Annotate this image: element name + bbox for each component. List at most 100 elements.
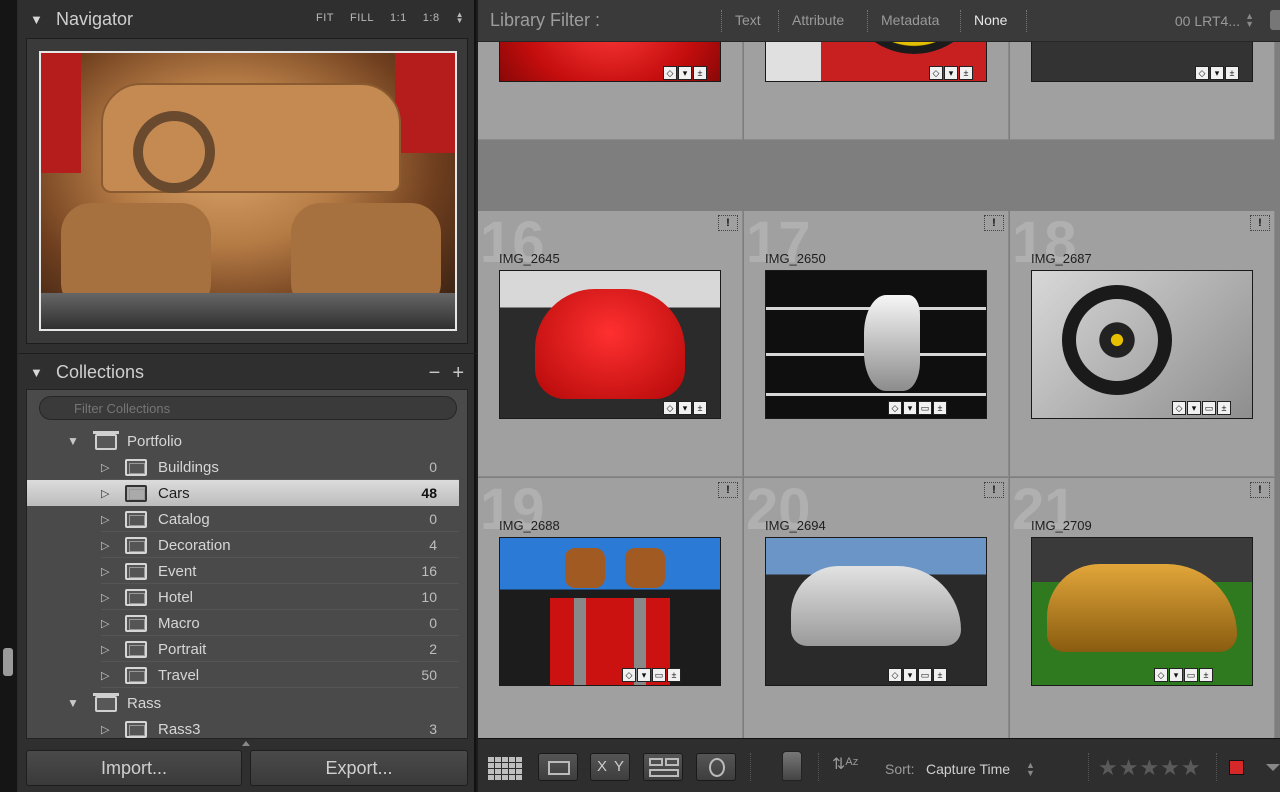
collection-item[interactable]: ▷ Rass3 3 xyxy=(27,716,467,738)
keyword-badge-icon[interactable]: ◇ xyxy=(888,668,902,682)
disclosure-arrow-icon[interactable]: ▷ xyxy=(101,669,109,682)
develop-badge-icon[interactable]: ± xyxy=(1199,668,1213,682)
comment-badge-icon[interactable]: ▾ xyxy=(903,401,917,415)
export-button[interactable]: Export... xyxy=(250,750,468,786)
panel-scroll-notch-icon[interactable] xyxy=(242,741,250,746)
thumbnail-image[interactable] xyxy=(499,270,721,419)
comment-badge-icon[interactable]: ▾ xyxy=(1169,668,1183,682)
filter-tab-text[interactable]: Text xyxy=(735,12,761,28)
comment-badge-icon[interactable]: ▾ xyxy=(1210,66,1224,80)
collection-item[interactable]: ▷ Portrait 2 xyxy=(27,636,467,662)
grid-cell[interactable]: ◇ ▾ ± xyxy=(478,42,743,140)
develop-badge-icon[interactable]: ± xyxy=(1217,401,1231,415)
keyword-badge-icon[interactable]: ◇ xyxy=(663,401,677,415)
crop-badge-icon[interactable]: ▭ xyxy=(1184,668,1198,682)
sort-stepper-icon[interactable]: ▲ ▼ xyxy=(1026,761,1035,778)
grid-cell[interactable]: 21 IMG_2709 ! ◇ ▾ ▭ ± xyxy=(1010,477,1275,738)
filter-tab-metadata[interactable]: Metadata xyxy=(881,12,939,28)
comment-badge-icon[interactable]: ▾ xyxy=(1187,401,1201,415)
thumbnail-image[interactable] xyxy=(499,537,721,686)
comment-badge-icon[interactable]: ▾ xyxy=(637,668,651,682)
disclosure-arrow-icon[interactable]: ▷ xyxy=(101,617,109,630)
crop-badge-icon[interactable]: ▭ xyxy=(652,668,666,682)
zoom-1-1[interactable]: 1:1 xyxy=(390,12,407,24)
spray-can-icon[interactable] xyxy=(782,751,802,781)
keyword-badge-icon[interactable]: ◇ xyxy=(1195,66,1209,80)
collection-set-portfolio[interactable]: ▼ Portfolio xyxy=(27,428,467,454)
disclosure-arrow-icon[interactable]: ▷ xyxy=(101,591,109,604)
grid-cell[interactable]: 18 IMG_2687 ! ◇ ▾ ▭ ± xyxy=(1010,210,1275,477)
collection-item[interactable]: ▷ Buildings 0 xyxy=(27,454,467,480)
filter-collections-input[interactable] xyxy=(39,396,457,420)
zoom-fill[interactable]: FILL xyxy=(350,12,374,24)
color-label-red[interactable] xyxy=(1229,760,1244,775)
filter-tab-none[interactable]: None xyxy=(974,12,1007,28)
keyword-badge-icon[interactable]: ◇ xyxy=(1154,668,1168,682)
keyword-badge-icon[interactable]: ◇ xyxy=(622,668,636,682)
filter-preset-select[interactable]: 00 LRT4... xyxy=(1175,13,1240,29)
lock-icon[interactable] xyxy=(1270,10,1280,30)
add-collection-button[interactable]: + xyxy=(452,362,464,385)
collection-item[interactable]: ▷ Catalog 0 xyxy=(27,506,467,532)
zoom-stepper-icon[interactable]: ▲ ▼ xyxy=(456,11,464,25)
metadata-warning-icon[interactable]: ! xyxy=(984,215,1004,231)
loupe-view-button[interactable] xyxy=(538,753,578,781)
develop-badge-icon[interactable]: ± xyxy=(693,401,707,415)
collapse-triangle-icon[interactable]: ▼ xyxy=(30,365,44,380)
metadata-warning-icon[interactable]: ! xyxy=(984,482,1004,498)
disclosure-arrow-icon[interactable]: ▷ xyxy=(101,487,109,500)
develop-badge-icon[interactable]: ± xyxy=(1225,66,1239,80)
develop-badge-icon[interactable]: ± xyxy=(693,66,707,80)
collection-item[interactable]: ▷ Event 16 xyxy=(27,558,467,584)
metadata-warning-icon[interactable]: ! xyxy=(718,482,738,498)
zoom-fit[interactable]: FIT xyxy=(316,12,334,24)
thumbnail-image[interactable] xyxy=(1031,270,1253,419)
comment-badge-icon[interactable]: ▾ xyxy=(903,668,917,682)
grid-cell[interactable]: 17 IMG_2650 ! ◇ ▾ ▭ ± xyxy=(744,210,1009,477)
grid-view-button[interactable] xyxy=(486,753,526,781)
keyword-badge-icon[interactable]: ◇ xyxy=(888,401,902,415)
keyword-badge-icon[interactable]: ◇ xyxy=(663,66,677,80)
thumbnail-image[interactable] xyxy=(765,537,987,686)
metadata-warning-icon[interactable]: ! xyxy=(718,215,738,231)
grid-cell[interactable]: ◇ ▾ ± xyxy=(744,42,1009,140)
disclosure-arrow-icon[interactable]: ▷ xyxy=(101,565,109,578)
preset-stepper-icon[interactable]: ▲ ▼ xyxy=(1245,12,1254,29)
rating-stars[interactable]: ★★★★★ xyxy=(1098,755,1202,781)
navigator-preview-image[interactable] xyxy=(39,51,457,331)
survey-view-button[interactable] xyxy=(643,753,683,781)
collection-item[interactable]: ▷ Macro 0 xyxy=(27,610,467,636)
develop-badge-icon[interactable]: ± xyxy=(933,401,947,415)
grid-cell[interactable]: 19 IMG_2688 ! ◇ ▾ ▭ ± xyxy=(478,477,743,738)
metadata-warning-icon[interactable]: ! xyxy=(1250,482,1270,498)
metadata-warning-icon[interactable]: ! xyxy=(1250,215,1270,231)
crop-badge-icon[interactable]: ▭ xyxy=(1202,401,1216,415)
crop-badge-icon[interactable]: ▭ xyxy=(918,401,932,415)
develop-badge-icon[interactable]: ± xyxy=(667,668,681,682)
collections-header[interactable]: ▼ Collections − + xyxy=(18,353,476,391)
import-button[interactable]: Import... xyxy=(26,750,242,786)
zoom-1-8[interactable]: 1:8 xyxy=(423,12,440,24)
grid-cell[interactable]: ◇ ▾ ± xyxy=(1010,42,1275,140)
collapse-triangle-icon[interactable]: ▼ xyxy=(30,12,44,27)
compare-view-button[interactable]: X Y xyxy=(590,753,630,781)
disclosure-triangle-icon[interactable]: ▼ xyxy=(67,434,79,448)
panel-collapse-handle[interactable] xyxy=(3,648,13,676)
collection-item-selected[interactable]: ▷ Cars 48 xyxy=(27,480,459,506)
comment-badge-icon[interactable]: ▾ xyxy=(678,66,692,80)
people-view-button[interactable] xyxy=(696,753,736,781)
toolbar-menu-arrow-icon[interactable] xyxy=(1266,764,1280,771)
remove-collection-button[interactable]: − xyxy=(429,362,441,385)
keyword-badge-icon[interactable]: ◇ xyxy=(929,66,943,80)
disclosure-arrow-icon[interactable]: ▷ xyxy=(101,513,109,526)
disclosure-arrow-icon[interactable]: ▷ xyxy=(101,723,109,736)
disclosure-triangle-icon[interactable]: ▼ xyxy=(67,696,79,710)
disclosure-arrow-icon[interactable]: ▷ xyxy=(101,461,109,474)
collection-set-rass[interactable]: ▼ Rass xyxy=(27,690,467,716)
collection-item[interactable]: ▷ Decoration 4 xyxy=(27,532,467,558)
collection-item[interactable]: ▷ Hotel 10 xyxy=(27,584,467,610)
keyword-badge-icon[interactable]: ◇ xyxy=(1172,401,1186,415)
disclosure-arrow-icon[interactable]: ▷ xyxy=(101,643,109,656)
sort-direction-icon[interactable]: ⇅ᴬᶻ xyxy=(832,754,858,774)
thumbnail-image[interactable] xyxy=(1031,537,1253,686)
